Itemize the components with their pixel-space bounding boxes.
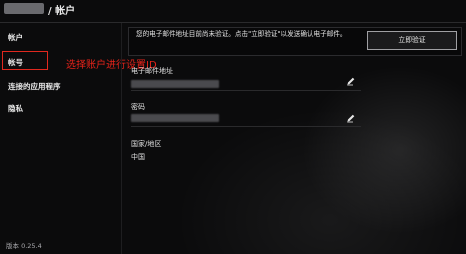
notice-text: 您的电子邮件地址目前尚未验证。点击"立即验证"以发送确认电子邮件。 <box>136 30 347 38</box>
sidebar-divider <box>121 23 122 254</box>
top-header: / 帐户 <box>0 0 466 23</box>
redacted-username <box>4 3 44 14</box>
password-label: 密码 <box>131 103 145 111</box>
password-field-underline <box>131 126 361 127</box>
email-label: 电子邮件地址 <box>131 67 173 75</box>
sidebar-item-account[interactable]: 帐户 <box>8 32 23 43</box>
version-label: 版本 0.25.4 <box>6 242 42 250</box>
page-title: / 帐户 <box>48 6 76 17</box>
country-value: 中国 <box>131 153 145 161</box>
sidebar-item-privacy[interactable]: 隐私 <box>8 103 23 114</box>
pencil-icon[interactable] <box>346 76 356 86</box>
email-value-redacted <box>131 80 219 88</box>
country-label: 国家/地区 <box>131 140 162 148</box>
verify-now-button[interactable]: 立即验证 <box>367 31 457 50</box>
highlight-box <box>2 51 48 70</box>
email-field-underline <box>131 90 361 91</box>
password-value-redacted <box>131 114 219 122</box>
sidebar-item-connected-apps[interactable]: 连接的应用程序 <box>8 81 61 92</box>
pencil-icon[interactable] <box>346 113 356 123</box>
